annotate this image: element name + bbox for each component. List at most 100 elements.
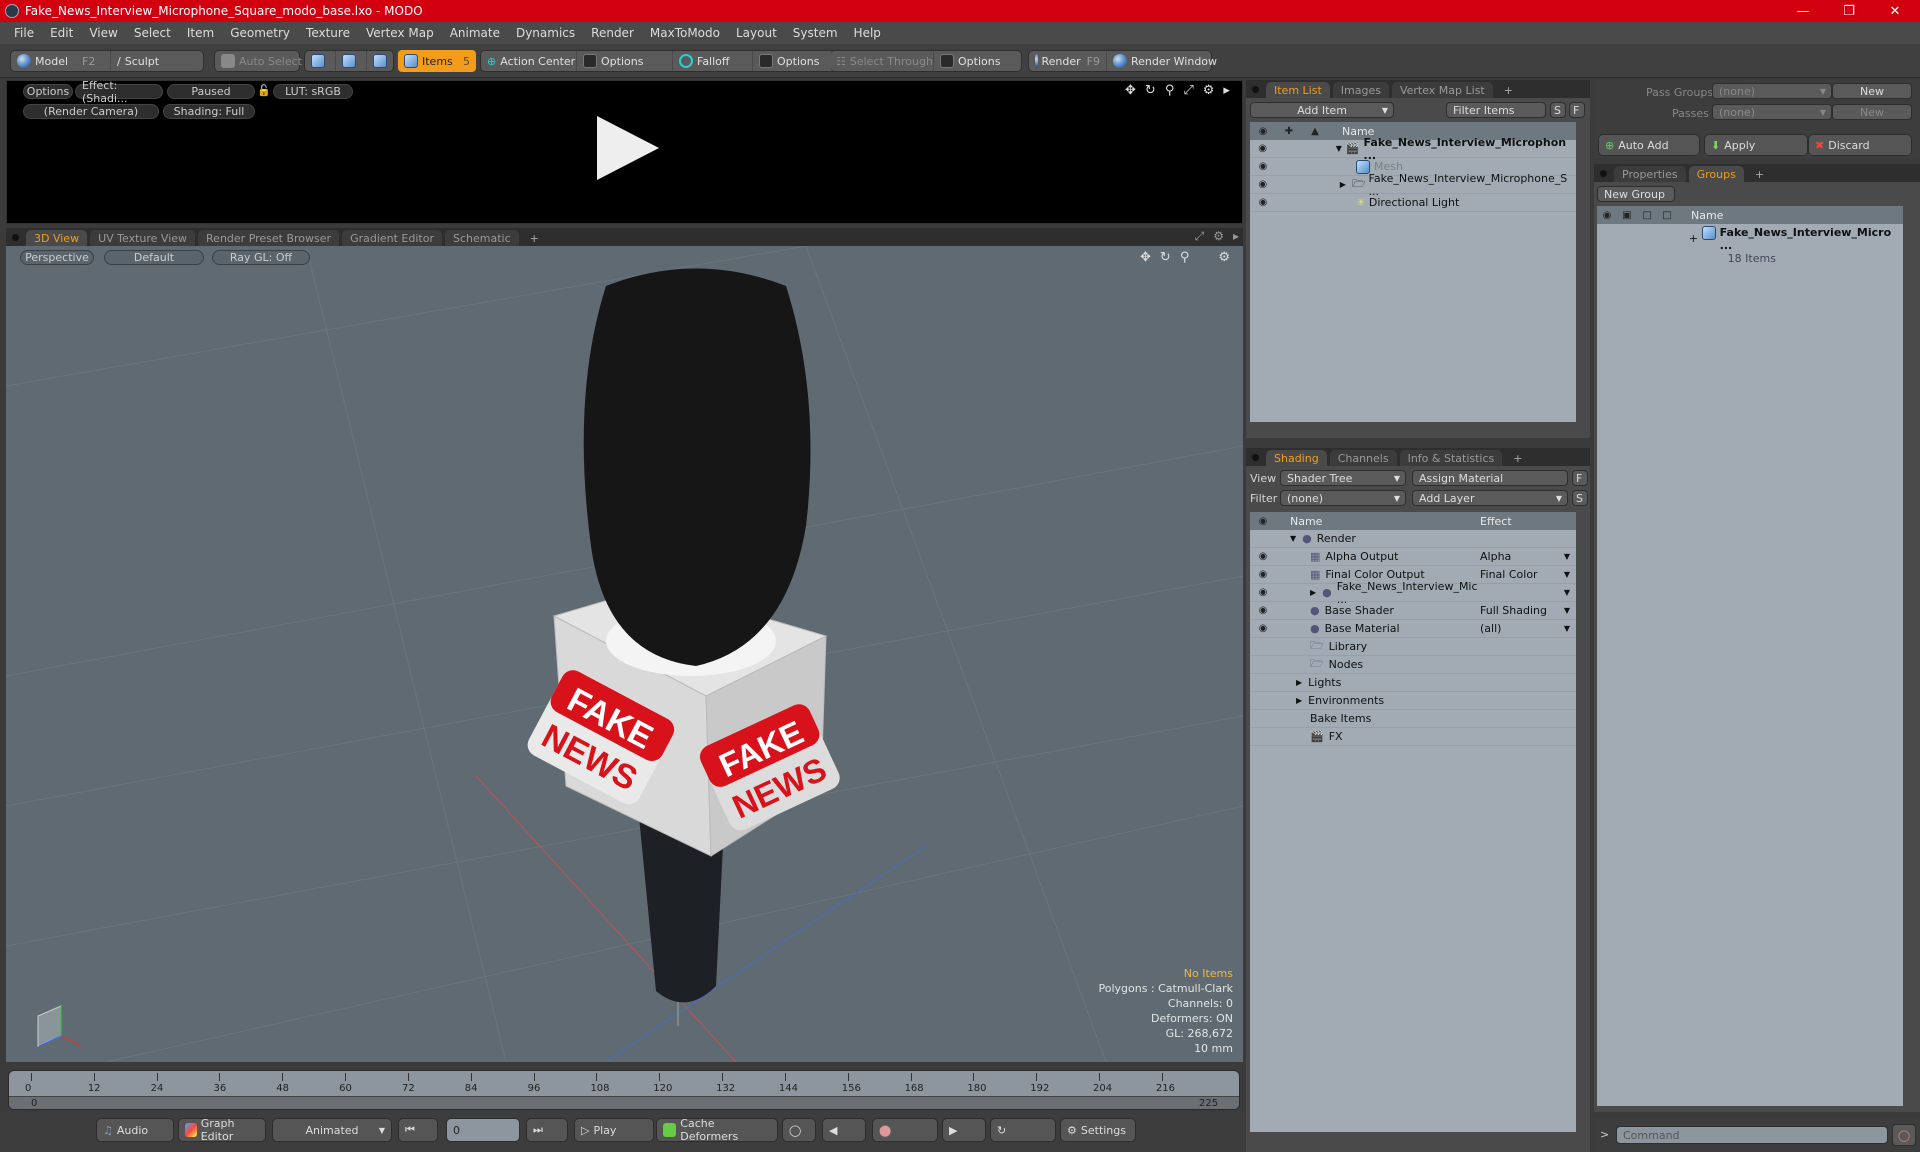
camera-dropdown[interactable]: (Render Camera) xyxy=(23,104,159,119)
next-key-button[interactable]: ▶ xyxy=(942,1118,986,1142)
collapse-icon[interactable]: ▼ xyxy=(1290,534,1296,543)
new-group-button[interactable]: New Group xyxy=(1597,186,1675,202)
add-item-dropdown[interactable]: Add Item ▼ xyxy=(1250,102,1394,118)
shader-row[interactable]: ▼ ● Render xyxy=(1250,530,1576,548)
expand-icon[interactable]: ▶ xyxy=(1310,588,1316,597)
shader-row[interactable]: ◉ ● Base Shader Full Shading ▼ xyxy=(1250,602,1576,620)
auto-select-button[interactable]: Auto Select xyxy=(214,50,302,72)
filter-items-input[interactable]: Filter Items xyxy=(1446,102,1546,118)
group-row[interactable]: + Fake_News_Interview_Micro ... 18 Items xyxy=(1597,224,1903,265)
close-button[interactable]: ✕ xyxy=(1872,0,1918,22)
effect-dropdown-icon[interactable]: ▼ xyxy=(1564,624,1570,633)
menu-select[interactable]: Select xyxy=(126,26,179,40)
effect-dropdown-icon[interactable]: ▼ xyxy=(1564,588,1570,597)
tab-shading[interactable]: Shading xyxy=(1266,450,1327,466)
audio-button[interactable]: ♫ Audio xyxy=(96,1118,174,1142)
projection-dropdown[interactable]: Perspective xyxy=(20,250,94,265)
eye-icon[interactable]: ◉ xyxy=(1250,551,1276,562)
play-button[interactable]: ▷ Play xyxy=(574,1118,654,1142)
pan-icon[interactable]: ✥ xyxy=(1125,83,1136,98)
go-end-button[interactable]: ⏭ xyxy=(526,1118,568,1142)
play-icon[interactable] xyxy=(597,116,659,180)
menu-geometry[interactable]: Geometry xyxy=(222,26,298,40)
shading-f-button[interactable]: F xyxy=(1572,470,1588,486)
eye-icon[interactable]: ◉ xyxy=(1250,161,1276,172)
style-dropdown[interactable]: Default xyxy=(104,250,204,265)
shader-row[interactable]: 🗁 Library xyxy=(1250,638,1576,656)
shading-s-button[interactable]: S xyxy=(1572,490,1588,506)
new-pass-button[interactable]: New xyxy=(1832,104,1912,120)
key-tools-group[interactable]: ↻ xyxy=(990,1118,1056,1142)
view-dropdown[interactable]: Shader Tree ▼ xyxy=(1280,470,1406,486)
preview-effect-dropdown[interactable]: Effect: (Shadi... xyxy=(75,79,163,105)
shader-row[interactable]: ▶ Environments xyxy=(1250,692,1576,710)
filter-dropdown[interactable]: (none) ▼ xyxy=(1280,490,1406,506)
action-center-options-button[interactable]: Options xyxy=(577,51,673,71)
tab-properties[interactable]: Properties xyxy=(1614,166,1686,182)
tab-3d-view[interactable]: 3D View xyxy=(26,230,88,246)
timeline-ruler[interactable]: 0 12 24 36 48 60 72 84 96 108 120 132 144 156 168 180 19… xyxy=(9,1071,1239,1097)
filter-f-button[interactable]: F xyxy=(1569,102,1585,118)
current-frame-input[interactable]: 0 xyxy=(446,1118,520,1142)
expand-icon[interactable]: ▶ xyxy=(1296,678,1302,687)
menu-render[interactable]: Render xyxy=(583,26,642,40)
menu-texture[interactable]: Texture xyxy=(298,26,358,40)
cache-deformers-button[interactable]: Cache Deformers xyxy=(656,1117,778,1143)
zoom-icon[interactable]: ⚲ xyxy=(1165,83,1175,98)
shader-row[interactable]: ◉ ▶ ● Fake_News_Interview_Mic ... ▼ xyxy=(1250,580,1576,606)
key-up-button[interactable]: ◯ xyxy=(782,1118,816,1142)
record-group[interactable]: ⬤ xyxy=(872,1118,938,1142)
effect-dropdown-icon[interactable]: ▼ xyxy=(1564,606,1570,615)
tab-groups[interactable]: Groups xyxy=(1688,166,1744,182)
action-center-button[interactable]: ⊕ Action Center xyxy=(481,51,577,71)
menu-maxtomodo[interactable]: MaxToModo xyxy=(642,26,728,40)
menu-item[interactable]: Item xyxy=(179,26,222,40)
raygl-dropdown[interactable]: Ray GL: Off xyxy=(212,250,310,265)
shader-row[interactable]: 🗁 Nodes xyxy=(1250,656,1576,674)
prev-key-button[interactable]: ◀ xyxy=(822,1118,866,1142)
menu-edit[interactable]: Edit xyxy=(42,26,81,40)
tab-uv-texture-view[interactable]: UV Texture View xyxy=(90,230,196,246)
add-tab-button[interactable]: + xyxy=(1747,166,1772,182)
shader-row[interactable]: Bake Items xyxy=(1250,710,1576,728)
tab-info-statistics[interactable]: Info & Statistics xyxy=(1399,450,1503,466)
minimize-button[interactable]: — xyxy=(1780,0,1826,22)
add-layer-dropdown[interactable]: Add Layer ▼ xyxy=(1412,490,1568,506)
go-start-button[interactable]: ⏮ xyxy=(398,1118,438,1142)
tab-schematic[interactable]: Schematic xyxy=(445,230,519,246)
effect-dropdown-icon[interactable]: ▼ xyxy=(1564,552,1570,561)
effect-dropdown-icon[interactable]: ▼ xyxy=(1564,570,1570,579)
discard-button[interactable]: ✖ Discard xyxy=(1808,134,1912,156)
animation-mode-dropdown[interactable]: Animated ▼ xyxy=(272,1118,392,1142)
auto-add-button[interactable]: ⊕ Auto Add xyxy=(1598,134,1700,156)
record-macro-button[interactable]: ◯ xyxy=(1892,1124,1916,1146)
items-mode-button[interactable]: Items 5 xyxy=(398,50,476,72)
lut-dropdown[interactable]: LUT: sRGB xyxy=(273,84,353,99)
shader-row[interactable]: 🎬 FX xyxy=(1250,728,1576,746)
shader-row[interactable]: ◉ ● Base Material (all) ▼ xyxy=(1250,620,1576,638)
tab-item-list[interactable]: Item List xyxy=(1266,82,1330,98)
edges-mode-button[interactable] xyxy=(336,51,367,71)
gear-icon[interactable]: ⚙ xyxy=(1218,250,1230,265)
maximize-icon[interactable]: ⤢ xyxy=(1195,229,1205,244)
filter-s-button[interactable]: S xyxy=(1550,102,1566,118)
shading-dropdown[interactable]: Shading: Full xyxy=(163,104,255,119)
eye-icon[interactable]: ◉ xyxy=(1250,605,1276,616)
zoom-icon[interactable]: ⚲ xyxy=(1180,250,1190,265)
menu-layout[interactable]: Layout xyxy=(728,26,785,40)
assign-material-button[interactable]: Assign Material xyxy=(1412,470,1568,486)
falloff-options-button[interactable]: Options xyxy=(753,51,825,71)
polygons-mode-button[interactable] xyxy=(367,51,398,71)
eye-icon[interactable]: ◉ xyxy=(1250,623,1276,634)
maximize-icon[interactable]: ⤢ xyxy=(1183,83,1193,98)
item-row[interactable]: ◉ ▼ 🎬 Fake_News_Interview_Microphon ... xyxy=(1250,136,1576,162)
preview-status-button[interactable]: Paused xyxy=(167,84,255,99)
select-through-button[interactable]: ☷ Select Through xyxy=(830,51,934,71)
shader-row[interactable]: ◉ ▦ Alpha Output Alpha ▼ xyxy=(1250,548,1576,566)
tab-render-preset-browser[interactable]: Render Preset Browser xyxy=(198,230,340,246)
menu-file[interactable]: File xyxy=(6,26,42,40)
model-mode-button[interactable]: Model F2 xyxy=(11,51,111,71)
expand-arrow-icon[interactable]: ▸ xyxy=(1233,229,1239,244)
menu-animate[interactable]: Animate xyxy=(442,26,508,40)
eye-icon[interactable]: ◉ xyxy=(1250,179,1275,190)
